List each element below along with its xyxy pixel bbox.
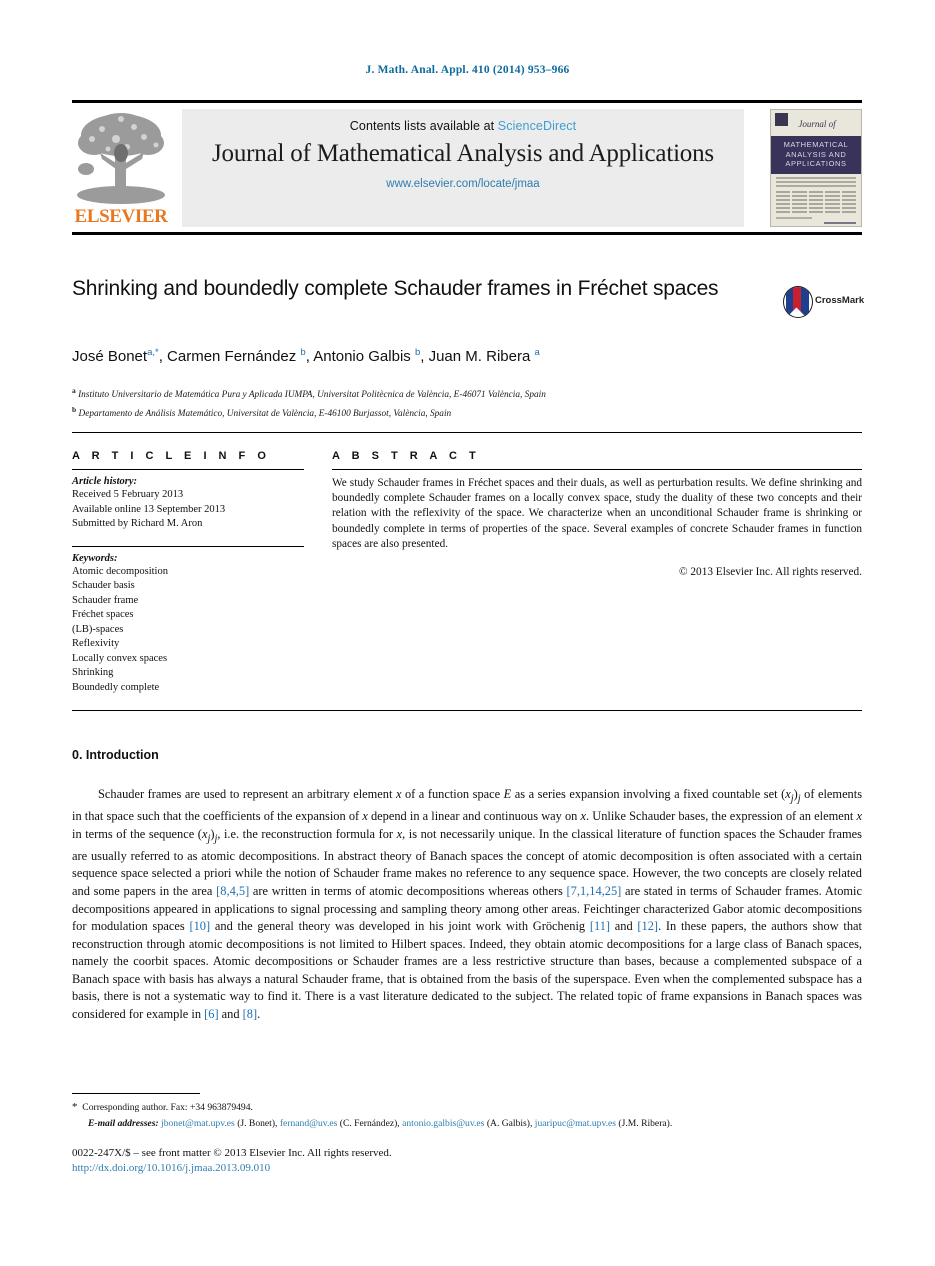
email-link[interactable]: jbonet@mat.upv.es (161, 1118, 235, 1129)
crossmark-label: CrossMark (815, 295, 865, 306)
keyword-item: Boundedly complete (72, 681, 160, 693)
cover-band-line-1: MATHEMATICAL (783, 140, 849, 149)
keyword-item: Locally convex spaces (72, 652, 168, 664)
page-title: Shrinking and boundedly complete Schaude… (72, 277, 719, 300)
section-heading-introduction: 0. Introduction (72, 748, 159, 762)
cover-footer-lines (771, 213, 861, 226)
abstract-rule (332, 469, 862, 470)
contents-available-line: Contents lists available at ScienceDirec… (182, 109, 744, 133)
email-link[interactable]: antonio.galbis@uv.es (402, 1118, 484, 1129)
keyword-item: Shrinking (72, 667, 114, 678)
history-item: Available online 13 September 2013 (72, 503, 226, 515)
article-info-rule (72, 469, 304, 470)
sciencedirect-link[interactable]: ScienceDirect (498, 119, 576, 133)
keyword-item: Schauder frame (72, 594, 139, 606)
email-person: (C. Fernández), (339, 1117, 400, 1129)
abstract-bottom-rule (72, 710, 862, 711)
email-addresses-line: E-mail addresses: jbonet@mat.upv.es (J. … (72, 1116, 862, 1132)
affiliation-a: a Instituto Universitario de Matemática … (72, 386, 546, 401)
affiliation-list: a Instituto Universitario de Matemática … (72, 384, 862, 421)
cover-journal-of: Journal of (798, 119, 836, 129)
title-block: Shrinking and boundedly complete Schaude… (72, 276, 772, 302)
article-history-label: Article history: (72, 476, 138, 487)
corresponding-author-text: Corresponding author. Fax: +34 963879494… (82, 1102, 253, 1113)
cover-band-line-3: APPLICATIONS (785, 159, 847, 168)
email-label: E-mail addresses: (88, 1117, 159, 1129)
contents-prefix: Contents lists available at (349, 119, 498, 133)
affiliation-b: b Departamento de Análisis Matemático, U… (72, 404, 452, 419)
journal-title: Journal of Mathematical Analysis and App… (212, 140, 714, 167)
article-info-section: A R T I C L E I N F O Article history: R… (72, 450, 304, 695)
keyword-item: (LB)-spaces (72, 623, 124, 635)
history-item: Submitted by Richard M. Aron (72, 518, 203, 529)
email-link[interactable]: fernand@uv.es (280, 1118, 338, 1129)
abstract-section: A B S T R A C T We study Schauder frames… (332, 450, 862, 578)
keyword-item: Reflexivity (72, 638, 120, 649)
keyword-item: Fréchet spaces (72, 609, 134, 620)
footnote-block: * Corresponding author. Fax: +34 9638794… (72, 1100, 862, 1131)
doi-link[interactable]: http://dx.doi.org/10.1016/j.jmaa.2013.09… (72, 1162, 270, 1174)
cover-band-line-2: ANALYSIS AND (785, 149, 847, 159)
crossmark-badge[interactable]: CrossMark (783, 286, 865, 318)
keywords-rule (72, 545, 304, 547)
elsevier-logo: ELSEVIER (72, 109, 170, 227)
abstract-heading: A B S T R A C T (332, 450, 481, 462)
keywords-list: Atomic decomposition Schauder basis Scha… (72, 565, 304, 696)
article-history-list: Received 5 February 2013 Available onlin… (72, 488, 304, 532)
abstract-text: We study Schauder frames in Fréchet spac… (332, 477, 862, 550)
running-head: J. Math. Anal. Appl. 410 (2014) 953–966 (365, 64, 570, 76)
article-info-heading: A R T I C L E I N F O (72, 450, 271, 462)
affiliation-a-text: Instituto Universitario de Matemática Pu… (78, 390, 546, 401)
email-person: (J.M. Ribera). (618, 1117, 673, 1129)
journal-url-link[interactable]: www.elsevier.com/locate/jmaa (182, 178, 744, 190)
journal-header-box: Contents lists available at ScienceDirec… (182, 109, 744, 227)
keywords-label: Keywords: (72, 552, 118, 564)
paper-page: J. Math. Anal. Appl. 410 (2014) 953–966 (0, 0, 935, 1266)
cover-contents-grid (771, 189, 861, 214)
cover-editor-lines (771, 174, 861, 187)
journal-masthead: ELSEVIER Contents lists available at Sci… (72, 100, 862, 231)
footnote-rule (72, 1093, 200, 1094)
journal-cover-thumbnail: Journal of MATHEMATICAL ANALYSIS AND APP… (770, 109, 862, 227)
elsevier-wordmark: ELSEVIER (74, 206, 168, 227)
issn-copyright-line: 0022-247X/$ – see front matter © 2013 El… (72, 1147, 392, 1159)
author-list: José Boneta,*, Carmen Fernández b, Anton… (72, 347, 540, 365)
masthead-bottom-rule (72, 232, 862, 235)
affiliation-b-text: Departamento de Análisis Matemático, Uni… (78, 408, 452, 419)
introduction-paragraph: Schauder frames are used to represent an… (72, 787, 863, 1022)
abstract-copyright: © 2013 Elsevier Inc. All rights reserved… (678, 566, 862, 579)
history-item: Received 5 February 2013 (72, 489, 184, 500)
email-link[interactable]: juaripuc@mat.upv.es (535, 1118, 616, 1129)
cover-title-band: MATHEMATICAL ANALYSIS AND APPLICATIONS (771, 136, 861, 174)
corresponding-author-note: * Corresponding author. Fax: +34 9638794… (72, 1100, 862, 1116)
crossmark-icon (783, 286, 813, 318)
keyword-item: Schauder basis (72, 580, 135, 591)
keyword-item: Atomic decomposition (72, 565, 168, 577)
info-top-rule (72, 432, 862, 433)
asterisk-icon: * (72, 1101, 78, 1113)
email-person: (J. Bonet), (237, 1117, 278, 1129)
email-person: (A. Galbis), (486, 1117, 533, 1129)
